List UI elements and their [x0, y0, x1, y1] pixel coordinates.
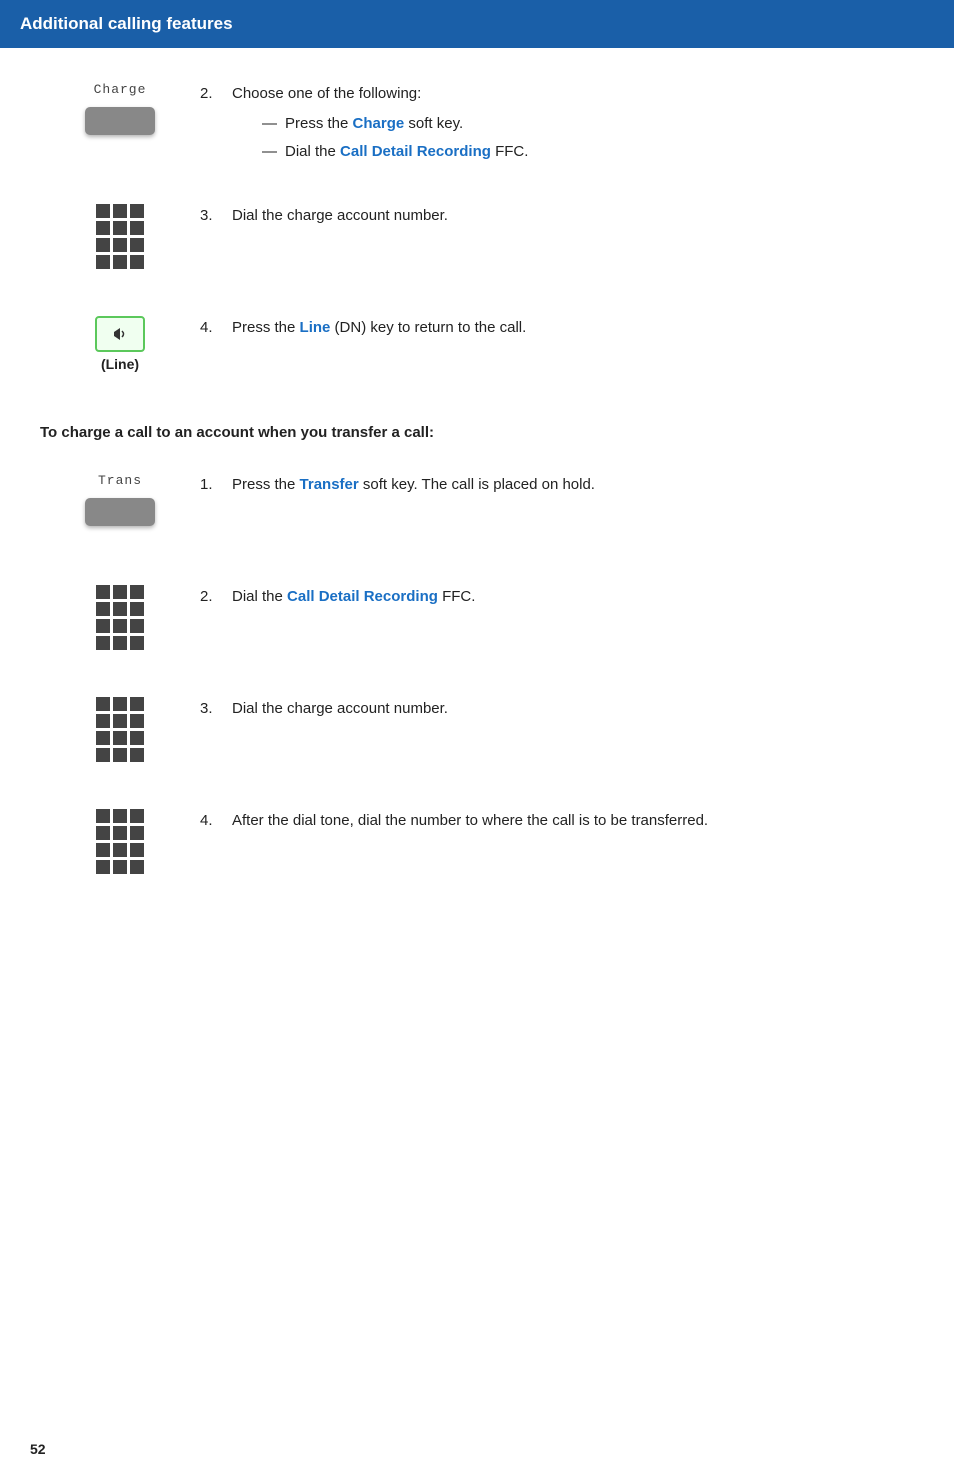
step-2-main: Choose one of the following: [232, 85, 421, 102]
s2-step-1-main: Press the Transfer soft key. The call is… [232, 473, 595, 497]
sub-item-cdr: — Dial the Call Detail Recording FFC. [262, 140, 528, 164]
cdr-highlight-1: Call Detail Recording [340, 143, 491, 160]
s2-step-2-main: Dial the Call Detail Recording FFC. [232, 585, 475, 609]
page-header: Additional calling features [0, 0, 954, 48]
step-3-num: 3. [200, 204, 224, 228]
instruction-row-1: Charge 2. Choose one of the following: —… [40, 78, 914, 168]
instruction-row-6: 3. Dial the charge account number. [40, 693, 914, 773]
keypad-icon-cell-4 [40, 805, 200, 874]
page-title: Additional calling features [20, 14, 934, 34]
step-2-sublist: — Press the Charge soft key. — Dial the … [262, 112, 528, 164]
s2-step-4-main: After the dial tone, dial the number to … [232, 809, 708, 833]
charge-key-icon-cell: Charge [40, 78, 200, 135]
keypad-icon-cell-2 [40, 581, 200, 650]
trans-key-label: Trans [98, 473, 142, 488]
instruction-row-5: 2. Dial the Call Detail Recording FFC. [40, 581, 914, 661]
s2-step-2-num: 2. [200, 585, 224, 609]
sub-item-charge: — Press the Charge soft key. [262, 112, 528, 136]
transfer-highlight: Transfer [300, 476, 359, 493]
s2-step-3-main: Dial the charge account number. [232, 697, 448, 721]
keypad-grid-1 [96, 204, 144, 269]
charge-soft-key [85, 107, 155, 135]
keypad-grid-4 [96, 809, 144, 874]
instruction-row-3: (Line) 4. Press the Line (DN) key to ret… [40, 312, 914, 392]
instruction-row-7: 4. After the dial tone, dial the number … [40, 805, 914, 885]
line-key-icon [95, 316, 145, 352]
s2-step-3-num: 3. [200, 697, 224, 721]
step-4-main: Press the Line (DN) key to return to the… [232, 316, 526, 340]
line-key-container: (Line) [95, 316, 145, 372]
line-key-icon-cell: (Line) [40, 312, 200, 372]
s2-step-4-num: 4. [200, 809, 224, 833]
keypad-grid-2 [96, 585, 144, 650]
instruction-row-4: Trans 1. Press the Transfer soft key. Th… [40, 469, 914, 549]
line-key-label: (Line) [101, 356, 139, 372]
step-3-main: Dial the charge account number. [232, 204, 448, 228]
charge-highlight: Charge [353, 115, 405, 132]
step-2-num: 2. [200, 82, 224, 106]
section2-heading: To charge a call to an account when you … [40, 424, 914, 441]
line-highlight: Line [300, 319, 331, 336]
s2-step-3-text: 3. Dial the charge account number. [200, 693, 914, 721]
step-4-text: 4. Press the Line (DN) key to return to … [200, 312, 914, 340]
trans-soft-key [85, 498, 155, 526]
instruction-row-2: 3. Dial the charge account number. [40, 200, 914, 280]
keypad-grid-3 [96, 697, 144, 762]
charge-key-label: Charge [94, 82, 147, 97]
keypad-icon-cell-3 [40, 693, 200, 762]
s2-step-2-text: 2. Dial the Call Detail Recording FFC. [200, 581, 914, 609]
keypad-icon-cell-1 [40, 200, 200, 269]
s2-step-4-text: 4. After the dial tone, dial the number … [200, 805, 914, 833]
step-4-num: 4. [200, 316, 224, 340]
cdr-highlight-2: Call Detail Recording [287, 588, 438, 605]
page-number: 52 [30, 1441, 46, 1457]
s2-step-1-num: 1. [200, 473, 224, 497]
step-2-text: 2. Choose one of the following: — Press … [200, 78, 914, 168]
s2-step-1-text: 1. Press the Transfer soft key. The call… [200, 469, 914, 497]
step-3-text: 3. Dial the charge account number. [200, 200, 914, 228]
trans-key-icon-cell: Trans [40, 469, 200, 526]
main-content: Charge 2. Choose one of the following: —… [0, 78, 954, 977]
speaker-icon [110, 324, 130, 344]
